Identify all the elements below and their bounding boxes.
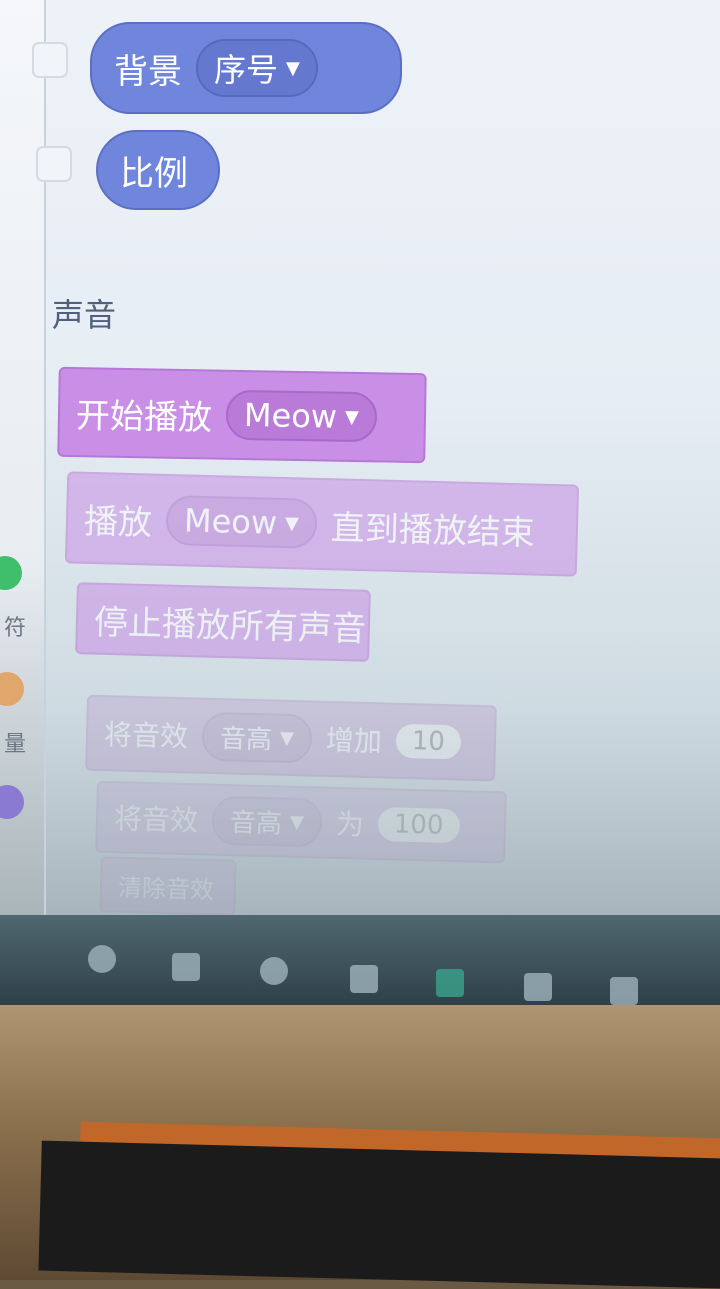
play-until-label: 播放 (83, 501, 153, 544)
play-until-dropdown[interactable]: Meow ▼ (165, 494, 318, 549)
stop-all-label: 停止播放所有声音 (93, 602, 367, 650)
backdrop-dropdown[interactable]: 序号 ▼ (196, 39, 318, 97)
change-effect-label: 将音效 (103, 718, 189, 754)
change-effect-dropdown[interactable]: 音高 ▼ (201, 711, 313, 764)
chevron-down-icon: ▼ (344, 406, 360, 428)
bezel-base (38, 1140, 720, 1289)
clear-effects-block[interactable]: 清除音效 (99, 856, 237, 916)
taskbar (0, 915, 720, 1005)
start-sound-label: 开始播放 (75, 395, 213, 438)
play-until-value: Meow (183, 501, 278, 542)
clear-effects-label: 清除音效 (117, 873, 215, 904)
backdrop-label: 背景 (114, 51, 182, 92)
backdrop-dropdown-value: 序号 (214, 51, 279, 89)
category-sidebar: 符 量 (0, 0, 46, 940)
start-sound-block[interactable]: 开始播放 Meow ▼ (57, 366, 427, 464)
chevron-down-icon: ▼ (279, 727, 295, 749)
category-myblocks-dot[interactable] (0, 785, 24, 819)
start-sound-value: Meow (243, 396, 338, 436)
chevron-down-icon: ▼ (286, 57, 300, 79)
category-variables-dot[interactable] (0, 672, 24, 706)
taskbar-browser-icon[interactable] (88, 945, 116, 973)
taskbar-doc-icon[interactable] (350, 965, 378, 993)
start-sound-dropdown[interactable]: Meow ▼ (225, 389, 378, 443)
change-effect-amount[interactable]: 10 (395, 723, 462, 760)
category-operators-label[interactable]: 符 (4, 610, 26, 642)
set-effect-value: 音高 (229, 807, 283, 839)
set-effect-block[interactable]: 将音效 音高 ▼ 为 100 (95, 780, 507, 864)
taskbar-green-app-icon[interactable] (436, 969, 464, 997)
taskbar-folder-icon[interactable] (172, 953, 200, 981)
set-effect-dropdown[interactable]: 音高 ▼ (211, 795, 323, 848)
taskbar-app-icon[interactable] (260, 957, 288, 985)
set-effect-amount[interactable]: 100 (377, 807, 460, 844)
play-sound-until-done-block[interactable]: 播放 Meow ▼ 直到播放结束 (64, 471, 580, 577)
taskbar-picture-icon[interactable] (610, 977, 638, 1005)
change-effect-value: 音高 (219, 723, 273, 755)
change-effect-block[interactable]: 将音效 音高 ▼ 增加 10 (85, 694, 497, 782)
monitor-screen: 符 量 背景 序号 ▼ 比例 声音 开始播放 Meow ▼ 播放 Meow ▼ … (0, 0, 720, 1005)
size-checkbox[interactable] (36, 146, 72, 182)
backdrop-number-block[interactable]: 背景 序号 ▼ (90, 22, 402, 114)
set-effect-label: 将音效 (113, 802, 199, 838)
stop-all-sounds-block[interactable]: 停止播放所有声音 (75, 582, 371, 662)
sound-section-title: 声音 (52, 296, 117, 334)
set-effect-verb: 为 (335, 807, 365, 842)
taskbar-file-icon[interactable] (524, 973, 552, 1001)
play-until-suffix: 直到播放结束 (330, 507, 536, 554)
size-block[interactable]: 比例 (96, 130, 220, 210)
chevron-down-icon: ▼ (289, 811, 305, 833)
chevron-down-icon: ▼ (284, 512, 300, 534)
category-operators-dot[interactable] (0, 556, 22, 590)
size-label: 比例 (120, 153, 188, 194)
change-effect-verb: 增加 (325, 723, 383, 759)
category-variables-label[interactable]: 量 (4, 726, 26, 758)
backdrop-checkbox[interactable] (32, 42, 68, 78)
